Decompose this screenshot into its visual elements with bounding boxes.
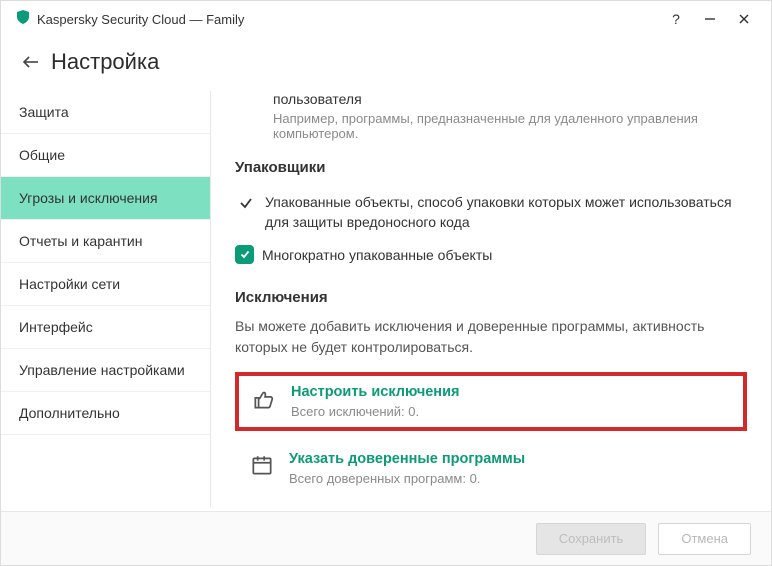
packers-row2-label: Многократно упакованные объекты — [262, 245, 492, 265]
packers-heading: Упаковщики — [235, 159, 747, 176]
save-button[interactable]: Сохранить — [536, 523, 647, 555]
close-button[interactable] — [727, 5, 761, 33]
configure-exclusions-meta: Всего исключений: 0. — [291, 404, 459, 419]
sidebar-item-reports-quarantine[interactable]: Отчеты и карантин — [1, 220, 210, 263]
page-title: Настройка — [51, 49, 159, 75]
thumbs-up-icon — [249, 384, 279, 414]
sidebar: Защита Общие Угрозы и исключения Отчеты … — [1, 91, 211, 507]
cancel-button[interactable]: Отмена — [658, 523, 751, 555]
exclusions-heading: Исключения — [235, 289, 747, 306]
sidebar-item-interface[interactable]: Интерфейс — [1, 306, 210, 349]
window-icon — [247, 451, 277, 481]
trusted-programs-card: Указать доверенные программы Всего довер… — [235, 441, 747, 496]
help-button[interactable]: ? — [659, 5, 693, 33]
checkbox-checked-icon — [235, 245, 254, 264]
app-title: Kaspersky Security Cloud — Family — [37, 12, 244, 27]
footer: Сохранить Отмена — [1, 511, 771, 565]
sidebar-item-manage-settings[interactable]: Управление настройками — [1, 349, 210, 392]
app-logo-icon — [15, 9, 31, 30]
configure-exclusions-link[interactable]: Настроить исключения — [291, 384, 459, 400]
titlebar: Kaspersky Security Cloud — Family ? — [1, 1, 771, 37]
content-panel: пользователя Например, программы, предна… — [211, 91, 771, 507]
sidebar-item-protection[interactable]: Защита — [1, 91, 210, 134]
minimize-button[interactable] — [693, 5, 727, 33]
trusted-programs-meta: Всего доверенных программ: 0. — [289, 471, 525, 486]
user-option-desc: Например, программы, предназначенные для… — [235, 111, 747, 141]
configure-exclusions-card: Настроить исключения Всего исключений: 0… — [235, 372, 747, 431]
trusted-programs-link[interactable]: Указать доверенные программы — [289, 451, 525, 467]
back-button[interactable] — [19, 50, 43, 74]
checkmark-icon — [235, 192, 257, 214]
sidebar-item-network[interactable]: Настройки сети — [1, 263, 210, 306]
packers-row1-label: Упакованные объекты, способ упаковки кот… — [265, 192, 747, 233]
sidebar-item-additional[interactable]: Дополнительно — [1, 392, 210, 435]
sidebar-item-general[interactable]: Общие — [1, 134, 210, 177]
exclusions-desc: Вы можете добавить исключения и доверенн… — [235, 316, 747, 358]
packers-row-packed-objects[interactable]: Упакованные объекты, способ упаковки кот… — [235, 186, 747, 239]
packers-row-multipacked[interactable]: Многократно упакованные объекты — [235, 239, 747, 271]
page-header: Настройка — [1, 37, 771, 91]
user-option-label: пользователя — [235, 91, 747, 107]
sidebar-item-threats-exclusions[interactable]: Угрозы и исключения — [1, 177, 210, 220]
